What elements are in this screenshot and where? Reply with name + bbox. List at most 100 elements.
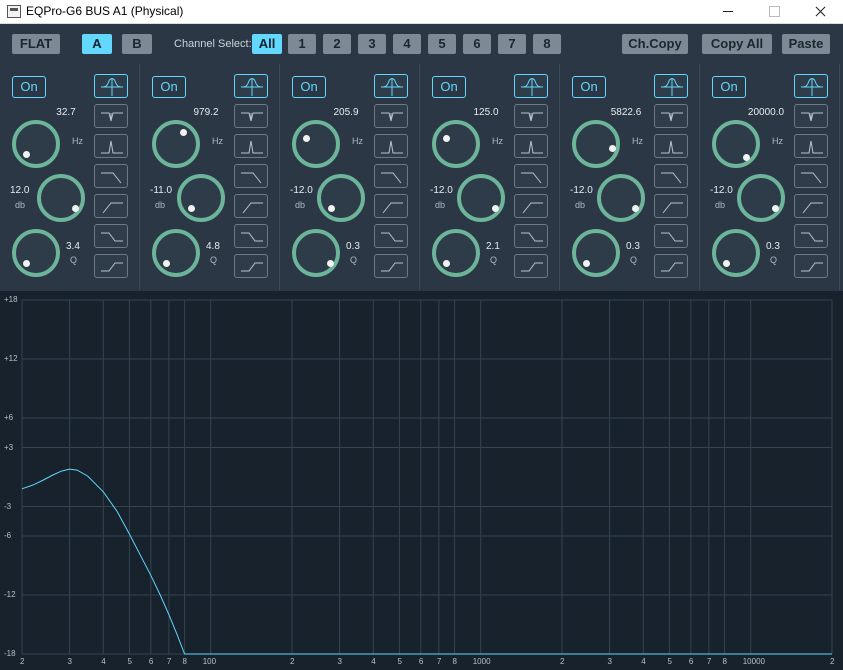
filter-bandpass-button[interactable]	[234, 134, 268, 158]
filter-lowshelf-button[interactable]	[374, 224, 408, 248]
gain-knob[interactable]	[37, 174, 85, 222]
minimize-button[interactable]	[705, 0, 751, 24]
band-on-button[interactable]: On	[12, 76, 46, 98]
channel-button-8[interactable]: 8	[533, 34, 561, 54]
paste-button[interactable]: Paste	[782, 34, 830, 54]
frequency-knob[interactable]	[292, 120, 340, 168]
filter-highpass-button[interactable]	[374, 194, 408, 218]
filter-highshelf-button[interactable]	[94, 254, 128, 278]
bank-b-button[interactable]: B	[122, 34, 152, 54]
filter-bandpass-button[interactable]	[374, 134, 408, 158]
filter-bandpass-button[interactable]	[654, 134, 688, 158]
filter-lowpass-button[interactable]	[94, 164, 128, 188]
filter-highpass-button[interactable]	[94, 194, 128, 218]
filter-highshelf-button[interactable]	[514, 254, 548, 278]
channel-copy-button[interactable]: Ch.Copy	[622, 34, 688, 54]
q-knob[interactable]	[432, 229, 480, 277]
frequency-knob[interactable]	[432, 120, 480, 168]
gain-knob[interactable]	[737, 174, 785, 222]
filter-lowpass-button[interactable]	[374, 164, 408, 188]
gain-unit: db	[575, 200, 586, 210]
filter-highpass-button[interactable]	[794, 194, 828, 218]
filter-lowshelf-button[interactable]	[654, 224, 688, 248]
frequency-knob[interactable]	[712, 120, 760, 168]
x-tick-label: 8	[182, 657, 187, 666]
filter-highpass-button[interactable]	[234, 194, 268, 218]
q-knob[interactable]	[572, 229, 620, 277]
filter-bell-button[interactable]	[234, 74, 268, 98]
filter-notch-button[interactable]	[234, 104, 268, 128]
filter-highshelf-button[interactable]	[794, 254, 828, 278]
flat-button[interactable]: FLAT	[12, 34, 60, 54]
x-tick-label: 100	[202, 657, 217, 666]
channel-button-7[interactable]: 7	[498, 34, 526, 54]
filter-bell-button[interactable]	[514, 74, 548, 98]
filter-bandpass-button[interactable]	[794, 134, 828, 158]
filter-bell-button[interactable]	[654, 74, 688, 98]
channel-button-1[interactable]: 1	[288, 34, 316, 54]
q-knob[interactable]	[12, 229, 60, 277]
filter-bandpass-button[interactable]	[514, 134, 548, 158]
maximize-button[interactable]	[751, 0, 797, 24]
filter-lowpass-button[interactable]	[234, 164, 268, 188]
y-tick-label: +18	[4, 295, 18, 304]
channel-button-3[interactable]: 3	[358, 34, 386, 54]
channel-button-all[interactable]: All	[252, 34, 282, 54]
channel-button-6[interactable]: 6	[463, 34, 491, 54]
filter-notch-button[interactable]	[374, 104, 408, 128]
copy-all-button[interactable]: Copy All	[702, 34, 772, 54]
knob-indicator	[743, 154, 750, 161]
filter-highpass-button[interactable]	[654, 194, 688, 218]
frequency-knob[interactable]	[12, 120, 60, 168]
eq-response-graph[interactable]: +18 +12 +6 +3 -3 -6 -12 -18 2 3 4 5 6 7 8 100 2 3 4 5 6 7 8 100…	[0, 291, 843, 670]
channel-button-2[interactable]: 2	[323, 34, 351, 54]
filter-bandpass-button[interactable]	[94, 134, 128, 158]
filter-highshelf-button[interactable]	[654, 254, 688, 278]
channel-button-4[interactable]: 4	[393, 34, 421, 54]
highpass-icon	[242, 202, 263, 214]
filter-lowpass-button[interactable]	[794, 164, 828, 188]
band-on-button[interactable]: On	[712, 76, 746, 98]
band-on-button[interactable]: On	[432, 76, 466, 98]
band-on-button[interactable]: On	[152, 76, 186, 98]
knob-indicator	[723, 260, 730, 267]
filter-bell-button[interactable]	[374, 74, 408, 98]
q-value: 3.4	[66, 241, 80, 252]
filter-notch-button[interactable]	[794, 104, 828, 128]
frequency-knob[interactable]	[152, 120, 200, 168]
response-plot[interactable]	[0, 291, 843, 670]
band-on-button[interactable]: On	[572, 76, 606, 98]
band-on-button[interactable]: On	[292, 76, 326, 98]
filter-lowpass-button[interactable]	[654, 164, 688, 188]
filter-lowpass-button[interactable]	[514, 164, 548, 188]
filter-lowshelf-button[interactable]	[94, 224, 128, 248]
eq-band-2: On 979.2 Hz -11.0 db 4.8 Q	[140, 64, 280, 290]
filter-notch-button[interactable]	[94, 104, 128, 128]
frequency-knob[interactable]	[572, 120, 620, 168]
filter-notch-button[interactable]	[654, 104, 688, 128]
gain-knob[interactable]	[457, 174, 505, 222]
gain-knob[interactable]	[177, 174, 225, 222]
close-button[interactable]	[797, 0, 843, 24]
gain-knob[interactable]	[597, 174, 645, 222]
filter-bell-button[interactable]	[794, 74, 828, 98]
bank-a-button[interactable]: A	[82, 34, 112, 54]
filter-lowshelf-button[interactable]	[794, 224, 828, 248]
filter-bell-button[interactable]	[94, 74, 128, 98]
channel-button-5[interactable]: 5	[428, 34, 456, 54]
q-knob[interactable]	[292, 229, 340, 277]
gain-knob[interactable]	[317, 174, 365, 222]
q-knob[interactable]	[712, 229, 760, 277]
filter-lowshelf-button[interactable]	[234, 224, 268, 248]
gain-value: -12.0	[710, 185, 733, 196]
filter-highshelf-button[interactable]	[374, 254, 408, 278]
eq-band-1: On 32.7 Hz 12.0 db 3.4 Q	[0, 64, 140, 290]
knob-indicator	[23, 260, 30, 267]
q-knob[interactable]	[152, 229, 200, 277]
filter-highpass-button[interactable]	[514, 194, 548, 218]
knob-indicator	[492, 205, 499, 212]
filter-highshelf-button[interactable]	[234, 254, 268, 278]
filter-lowshelf-button[interactable]	[514, 224, 548, 248]
y-tick-label: +6	[4, 413, 14, 422]
filter-notch-button[interactable]	[514, 104, 548, 128]
